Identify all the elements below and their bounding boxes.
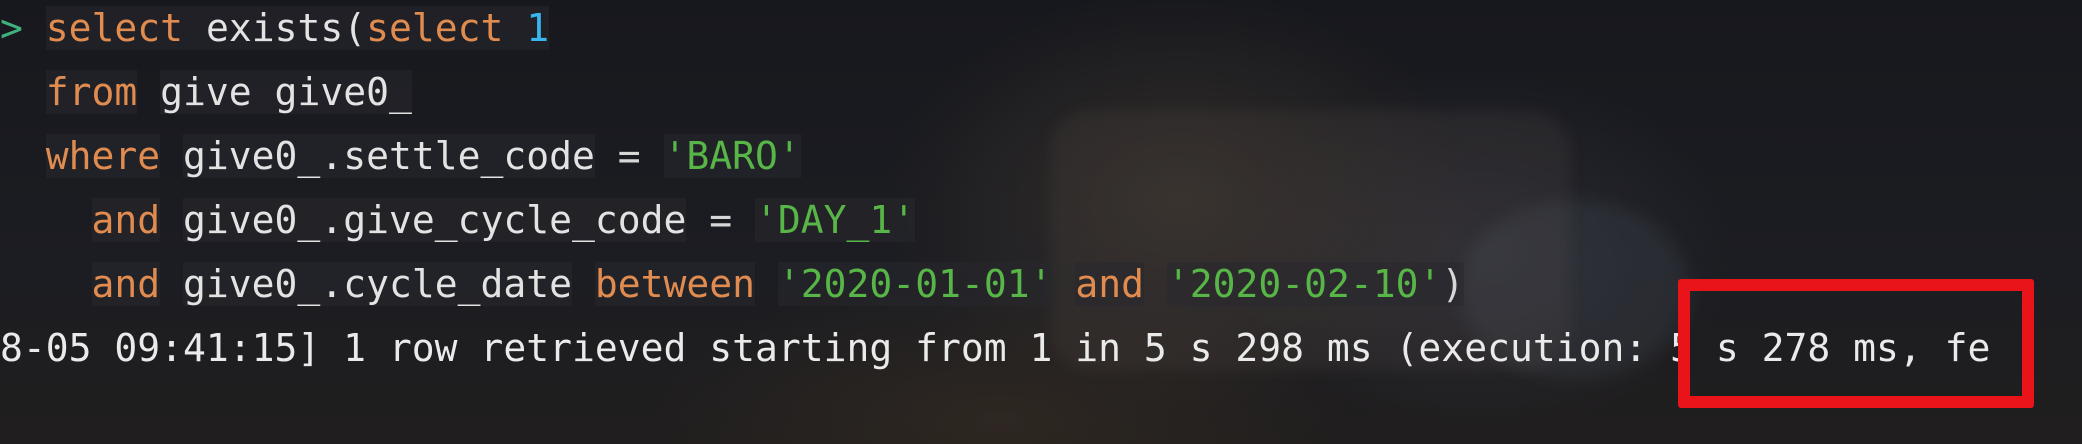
operator-equals: = (617, 134, 641, 178)
query-line-3: where give0_.settle_code = 'BARO' (0, 128, 801, 184)
query-line-1: > select exists(select 1 (0, 0, 550, 56)
query-line-5: and give0_.cycle_date between '2020-01-0… (0, 256, 1465, 312)
keyword-and: and (91, 198, 161, 242)
query-line-4: and give0_.give_cycle_code = 'DAY_1' (0, 192, 916, 248)
string-literal-day1: 'DAY_1' (755, 198, 916, 242)
keyword-between: between (594, 262, 756, 306)
execution-time-highlight-box (1678, 279, 2034, 408)
number-literal: 1 (526, 6, 550, 50)
string-literal-end-date: '2020-02-10' (1166, 262, 1442, 306)
string-literal-start-date: '2020-01-01' (777, 262, 1053, 306)
keyword-and-range: and (1075, 262, 1144, 306)
string-literal-baro: 'BARO' (663, 134, 801, 178)
close-paren: ) (1441, 262, 1465, 306)
function-exists: exists( (205, 6, 367, 50)
table-name: give give0_ (160, 70, 412, 114)
column-give-cycle-code: give0_.give_cycle_code (183, 198, 687, 242)
keyword-where: where (45, 134, 161, 178)
operator-equals: = (709, 198, 733, 242)
column-cycle-date: give0_.cycle_date (183, 262, 572, 306)
keyword-select: select (45, 6, 184, 50)
keyword-from: from (45, 70, 138, 114)
console-prompt: > (0, 6, 23, 50)
query-line-2: from give give0_ (0, 64, 412, 120)
column-settle-code: give0_.settle_code (183, 134, 595, 178)
keyword-and: and (91, 262, 161, 306)
keyword-select-inner: select (366, 6, 504, 50)
